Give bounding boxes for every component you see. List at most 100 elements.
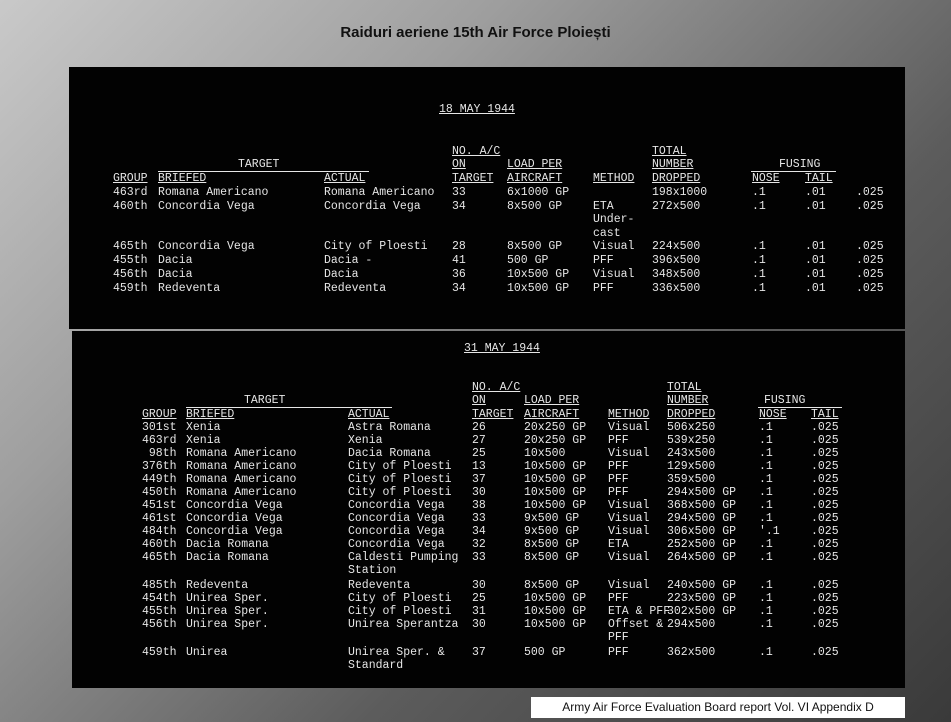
cell-tail-fuse: .025 — [811, 551, 839, 564]
header-fusing: FUSING — [764, 394, 806, 408]
table-date: 18 MAY 1944 — [439, 103, 515, 116]
cell-actual: Romana Americano — [324, 186, 435, 199]
cell-nose-fuse: .1 — [752, 240, 766, 253]
cell-briefed: Concordia Vega — [158, 240, 255, 253]
cell-aircraft-on-target: 38 — [472, 499, 486, 512]
cell-extra-fuse: .025 — [856, 200, 884, 213]
cell-load: 20x250 GP — [524, 434, 587, 447]
cell-total-dropped: 198x1000 — [652, 186, 708, 199]
cell-briefed: Romana Americano — [158, 186, 269, 199]
cell-nose-fuse: .1 — [759, 434, 773, 447]
cell-actual: Dacia — [324, 268, 359, 281]
cell-tail-fuse: .025 — [811, 447, 839, 460]
cell-tail-fuse: .025 — [811, 486, 839, 499]
cell-briefed: Redeventa — [158, 282, 221, 295]
cell-total-dropped: 336x500 — [652, 282, 701, 295]
header-load-per-aircraft: LOAD PER AIRCRAFT — [507, 158, 563, 185]
cell-group: 459th — [142, 646, 177, 659]
cell-load: 10x500 GP — [524, 473, 587, 486]
cell-aircraft-on-target: 30 — [472, 486, 486, 499]
cell-group: 376th — [142, 460, 177, 473]
cell-aircraft-on-target: 28 — [452, 240, 466, 253]
cell-nose-fuse: .1 — [759, 460, 773, 473]
cell-actual: Concordia Vega — [348, 512, 445, 525]
cell-actual: City of Ploesti — [348, 486, 452, 499]
cell-method: PFF — [608, 460, 629, 473]
cell-briefed: Xenia — [186, 434, 221, 447]
cell-briefed: Romana Americano — [186, 460, 297, 473]
cell-nose-fuse: .1 — [752, 268, 766, 281]
cell-group: 456th — [113, 268, 148, 281]
cell-nose-fuse: .1 — [759, 473, 773, 486]
cell-briefed: Concordia Vega — [186, 512, 283, 525]
cell-group: 455th — [142, 605, 177, 618]
cell-tail-fuse: .025 — [811, 592, 839, 605]
cell-nose-fuse: .1 — [752, 282, 766, 295]
slide-title: Raiduri aeriene 15th Air Force Ploiești — [340, 24, 611, 41]
cell-load: 10x500 GP — [524, 460, 587, 473]
cell-total-dropped: 539x250 — [667, 434, 716, 447]
cell-aircraft-on-target: 31 — [472, 605, 486, 618]
cell-tail-fuse: .025 — [811, 499, 839, 512]
cell-actual: Redeventa — [348, 579, 411, 592]
cell-briefed: Romana Americano — [186, 473, 297, 486]
cell-actual: City of Ploesti — [348, 592, 452, 605]
cell-total-dropped: 240x500 GP — [667, 579, 737, 592]
cell-tail-fuse: .025 — [811, 460, 839, 473]
cell-group: 465th — [113, 240, 148, 253]
cell-aircraft-on-target: 34 — [452, 282, 466, 295]
cell-nose-fuse: .1 — [759, 592, 773, 605]
header-tail: TAIL — [805, 171, 833, 185]
table-date: 31 MAY 1944 — [464, 342, 540, 355]
header-method: METHOD — [593, 171, 635, 185]
cell-nose-fuse: .1 — [759, 447, 773, 460]
cell-actual: Concordia Vega — [348, 499, 445, 512]
cell-aircraft-on-target: 33 — [472, 551, 486, 564]
cell-briefed: Dacia — [158, 268, 193, 281]
header-actual: ACTUAL — [324, 171, 366, 185]
cell-nose-fuse: .1 — [759, 486, 773, 499]
cell-total-dropped: 396x500 — [652, 254, 701, 267]
cell-tail-fuse: .01 — [805, 186, 826, 199]
cell-group: 463rd — [113, 186, 148, 199]
cell-group: 98th — [142, 447, 177, 460]
cell-aircraft-on-target: 27 — [472, 434, 486, 447]
cell-group: 465th — [142, 551, 177, 564]
cell-briefed: Concordia Vega — [186, 499, 283, 512]
cell-tail-fuse: .025 — [811, 525, 839, 538]
cell-tail-fuse: .01 — [805, 200, 826, 213]
header-fusing: FUSING — [779, 158, 821, 172]
header-total-dropped: TOTAL NUMBER DROPPED — [667, 381, 716, 421]
cell-briefed: Dacia — [158, 254, 193, 267]
cell-extra-fuse: .025 — [856, 254, 884, 267]
cell-method: Offset & PFF — [608, 618, 664, 645]
cell-method: PFF — [593, 254, 614, 267]
cell-load: 10x500 GP — [524, 592, 587, 605]
header-aircraft-on-target: NO. A/C ON TARGET — [452, 145, 501, 185]
cell-load: 10x500 GP — [507, 282, 570, 295]
cell-tail-fuse: .01 — [805, 254, 826, 267]
cell-briefed: Dacia Romana — [186, 538, 269, 551]
cell-briefed: Unirea — [186, 646, 228, 659]
cell-actual: Dacia Romana — [348, 447, 431, 460]
cell-method: ETA Under- cast — [593, 200, 635, 240]
header-aircraft-on-target: NO. A/C ON TARGET — [472, 381, 521, 421]
cell-actual: City of Ploesti — [348, 473, 452, 486]
cell-method: Visual — [593, 268, 635, 281]
cell-method: Visual — [608, 512, 650, 525]
cell-tail-fuse: .01 — [805, 282, 826, 295]
cell-group: 456th — [142, 618, 177, 631]
cell-aircraft-on-target: 36 — [452, 268, 466, 281]
cell-load: 10x500 GP — [524, 499, 587, 512]
cell-nose-fuse: .1 — [759, 421, 773, 434]
cell-aircraft-on-target: 32 — [472, 538, 486, 551]
cell-aircraft-on-target: 25 — [472, 592, 486, 605]
cell-aircraft-on-target: 41 — [452, 254, 466, 267]
cell-briefed: Concordia Vega — [186, 525, 283, 538]
cell-method: PFF — [593, 282, 614, 295]
cell-aircraft-on-target: 37 — [472, 473, 486, 486]
cell-total-dropped: 359x500 — [667, 473, 716, 486]
cell-load: 10x500 GP — [524, 486, 587, 499]
cell-briefed: Dacia Romana — [186, 551, 269, 564]
cell-group: 459th — [113, 282, 148, 295]
